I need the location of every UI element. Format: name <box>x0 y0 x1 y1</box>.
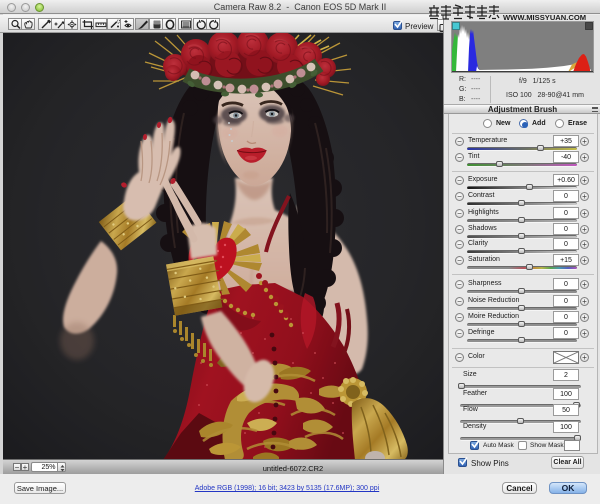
svg-text:WWW.MISSYUAN.COM: WWW.MISSYUAN.COM <box>503 13 586 22</box>
